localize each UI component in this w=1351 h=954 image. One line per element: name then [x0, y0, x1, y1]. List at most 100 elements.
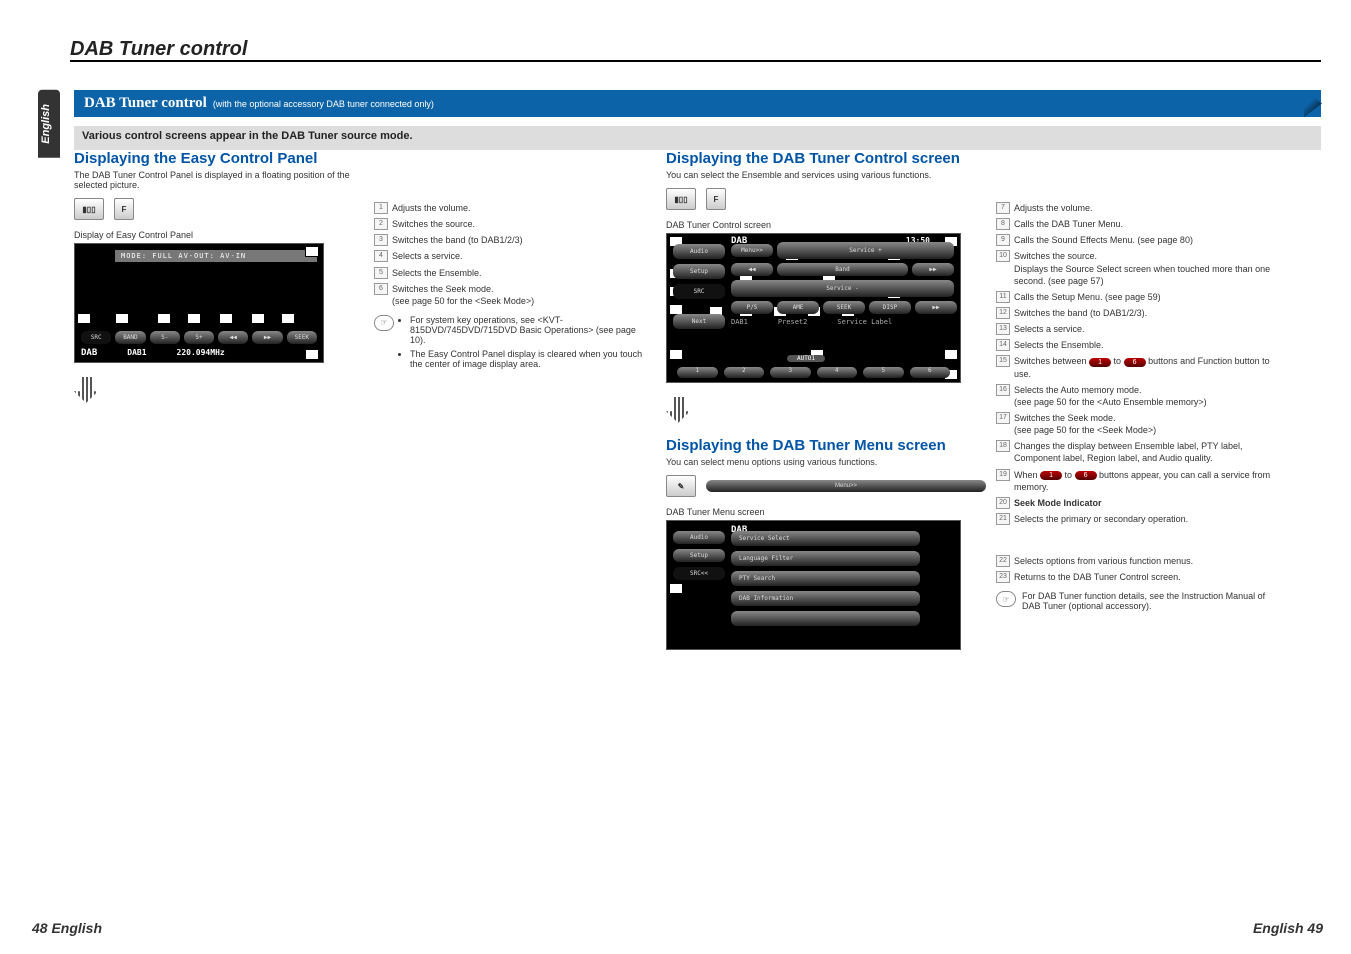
- preset-1: 1: [677, 367, 718, 378]
- preset-3: 3: [770, 367, 811, 378]
- caption-dab-control: DAB Tuner Control screen: [666, 220, 986, 230]
- menu-pill: Menu>>: [706, 480, 986, 492]
- callout-3: 3: [115, 313, 129, 324]
- banner-title: DAB Tuner control: [84, 95, 207, 112]
- src-label: DAB: [81, 348, 97, 358]
- item-3: Switches the band (to DAB1/2/3): [374, 234, 644, 246]
- dab-line-c: Service Label: [837, 318, 892, 326]
- heading-easy-panel: Displaying the Easy Control Panel: [74, 150, 364, 167]
- co-23: 23: [669, 583, 683, 594]
- item-4: Selects a service.: [374, 250, 644, 262]
- preset-2: 2: [724, 367, 765, 378]
- menu-item-lang-filter: Language Filter: [731, 551, 920, 566]
- desc-dab-control: You can select the Ensemble and services…: [666, 170, 986, 180]
- col-dab-control: Displaying the DAB Tuner Control screen …: [666, 150, 986, 906]
- menu-item-blank: [731, 611, 920, 626]
- dab-menu-screenshot: DAB 22 23 Audio Setup SRC<< Service Sele…: [666, 520, 961, 650]
- item-18: Changes the display between Ensemble lab…: [996, 440, 1276, 464]
- note-icon-2: ☞: [996, 591, 1016, 607]
- preset-6: 6: [910, 367, 951, 378]
- heading-dab-menu: Displaying the DAB Tuner Menu screen: [666, 437, 986, 454]
- menu-side-setup: Setup: [673, 549, 725, 562]
- prev-button: ◀◀: [218, 331, 248, 344]
- item-16: Selects the Auto memory mode. (see page …: [996, 384, 1276, 408]
- list-items-7-21: Adjusts the volume. Calls the DAB Tuner …: [996, 202, 1276, 525]
- note-2: The Easy Control Panel display is cleare…: [410, 349, 644, 369]
- note-block-col4: ☞ For DAB Tuner function details, see th…: [996, 591, 1276, 611]
- src-button: SRC: [81, 331, 111, 344]
- intro-bar: Various control screens appear in the DA…: [74, 126, 1321, 150]
- banner-subtitle: (with the optional accessory DAB tuner c…: [213, 99, 434, 109]
- note-block-col2: ☞ For system key operations, see <KVT-81…: [374, 315, 644, 373]
- item-17: Switches the Seek mode. (see page 50 for…: [996, 412, 1276, 436]
- preset-5: 5: [863, 367, 904, 378]
- footer-page-left: 48 English: [32, 920, 102, 936]
- col-dab-items: Adjusts the volume. Calls the DAB Tuner …: [996, 150, 1276, 906]
- arrow-down-icon-2: [666, 397, 690, 423]
- item-6: Switches the Seek mode. (see page 50 for…: [374, 283, 644, 307]
- btn-disp: DISP: [869, 301, 911, 314]
- item-5: Selects the Ensemble.: [374, 267, 644, 279]
- page-title: DAB Tuner control: [70, 38, 247, 61]
- band-button: BAND: [115, 331, 145, 344]
- desc-easy-panel: The DAB Tuner Control Panel is displayed…: [74, 170, 364, 190]
- btn-next2: ▶▶: [912, 263, 954, 276]
- item-21: Selects the primary or secondary operati…: [996, 513, 1276, 525]
- btn-service-down: Service -: [731, 280, 954, 297]
- callout-6: 6: [281, 313, 295, 324]
- title-underline: [70, 60, 1321, 62]
- s-minus-button: S-: [150, 331, 180, 344]
- list-items-1-6: Adjusts the volume. Switches the source.…: [374, 202, 644, 307]
- item-20: Seek Mode Indicator: [996, 497, 1276, 509]
- item-15: Switches between 1 to 6 buttons and Func…: [996, 355, 1276, 379]
- note-icon: ☞: [374, 315, 394, 331]
- co-7c: 7: [669, 349, 683, 360]
- item-22: Selects options from various function me…: [996, 555, 1276, 567]
- menu-item-pty-search: PTY Search: [731, 571, 920, 586]
- s-plus-button: S+: [184, 331, 214, 344]
- item-12: Switches the band (to DAB1/2/3).: [996, 307, 1276, 319]
- device-icon-2: ▮▯▯: [666, 188, 696, 210]
- menu-side-src: SRC<<: [673, 567, 725, 580]
- item-2: Switches the source.: [374, 218, 644, 230]
- item-23: Returns to the DAB Tuner Control screen.: [996, 571, 1276, 583]
- item-1: Adjusts the volume.: [374, 202, 644, 214]
- heading-dab-control: Displaying the DAB Tuner Control screen: [666, 150, 986, 167]
- dots-icon: ▮▯▯: [82, 205, 95, 214]
- dab-line-a: DAB1: [731, 318, 748, 326]
- btn-service-up: Service +: [777, 242, 954, 259]
- menu-side-audio: Audio: [673, 531, 725, 544]
- footer-page-right: English 49: [1253, 920, 1323, 936]
- banner-arrow-icon: [1304, 90, 1322, 117]
- side-src: SRC: [673, 284, 725, 299]
- side-setup: Setup: [673, 264, 725, 279]
- auto-pill: AUTO1: [787, 355, 825, 362]
- band-label: DAB1: [127, 348, 146, 358]
- dab-line-b: Preset2: [778, 318, 808, 326]
- btn-ps: P/S: [731, 301, 773, 314]
- callout-5b: 5: [251, 313, 265, 324]
- f-button-icon-2: F: [706, 188, 726, 210]
- preset-4: 4: [817, 367, 858, 378]
- dab-control-screenshot: DAB 13:50 7 7 8 9 10 11 14 12 13 13 21 1…: [666, 233, 961, 383]
- menu-item-service-select: Service Select: [731, 531, 920, 546]
- list-items-22-23: Selects options from various function me…: [996, 555, 1276, 583]
- seek-button: SEEK: [287, 331, 317, 344]
- note-col4-text: For DAB Tuner function details, see the …: [1022, 591, 1276, 611]
- item-11: Calls the Setup Menu. (see page 59): [996, 291, 1276, 303]
- callout-4a: 4: [157, 313, 171, 324]
- next-button: ▶▶: [252, 331, 282, 344]
- item-7: Adjusts the volume.: [996, 202, 1276, 214]
- btn-menu: Menu>>: [731, 244, 773, 257]
- co-7d: 7: [944, 349, 958, 360]
- item-13: Selects a service.: [996, 323, 1276, 335]
- col-easy-panel: Displaying the Easy Control Panel The DA…: [74, 150, 364, 906]
- item-10: Switches the source. Displays the Source…: [996, 250, 1276, 286]
- desc-dab-menu: You can select menu options using variou…: [666, 457, 986, 467]
- btn-band2: Band: [777, 263, 908, 276]
- side-audio: Audio: [673, 244, 725, 259]
- freq-readout: 220.094MHz: [177, 348, 225, 358]
- callout-4b: 4: [187, 313, 201, 324]
- item-19: When 1 to 6 buttons appear, you can call…: [996, 469, 1276, 493]
- btn-prev2: ◀◀: [731, 263, 773, 276]
